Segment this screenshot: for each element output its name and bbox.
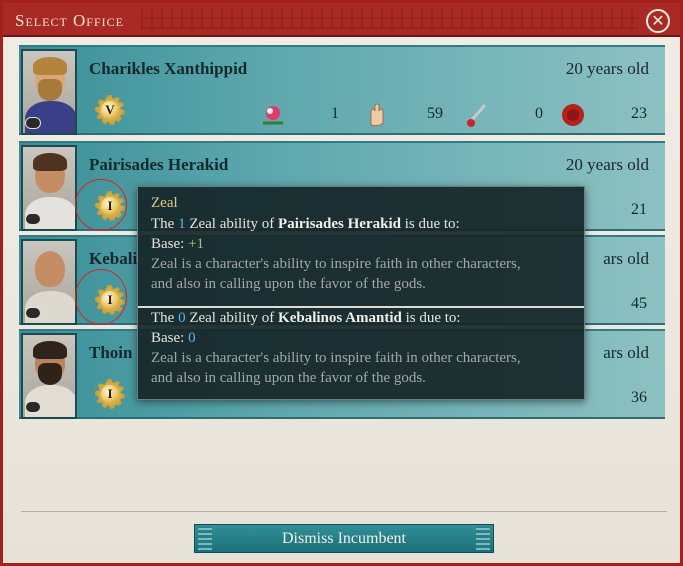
close-icon: ✕ (651, 11, 665, 30)
button-cap-right (476, 527, 490, 550)
title-bar: Select Office ✕ (3, 3, 680, 37)
tooltip-entry-1-desc: Zeal is a character's ability to inspire… (151, 256, 521, 272)
tooltip-entry-1-base: Base: +1 (151, 236, 205, 252)
candidate-age: ars old (603, 343, 649, 362)
tooltip-entry-1-desc: and also in calling upon the favor of th… (151, 276, 426, 292)
hand-icon (370, 103, 384, 127)
trait-badge (25, 401, 41, 413)
select-office-window: Select Office ✕ Charikles Xanthippid 20 … (0, 0, 683, 566)
trait-badge (25, 213, 41, 225)
trait-badge (25, 117, 41, 129)
tooltip-entry-2-desc: and also in calling upon the favor of th… (151, 370, 426, 386)
tooltip-entry-1-header: The 1 Zeal ability of Pairisades Herakid… (151, 216, 460, 232)
highlight-circle (75, 269, 127, 325)
candidate-name: Pairisades Herakid (89, 155, 229, 174)
ability-rank-icon[interactable]: V (91, 91, 129, 129)
candidate-row[interactable]: Charikles Xanthippid 20 years old V 1 59… (19, 45, 665, 135)
seal-icon (562, 104, 584, 126)
stat-charisma[interactable]: 1 (259, 101, 355, 129)
stat-bar: 1 59 0 23 (259, 101, 655, 129)
candidate-age: 20 years old (565, 59, 649, 78)
stat-zeal[interactable]: 23 (559, 101, 655, 129)
avatar (21, 49, 77, 135)
dismiss-incumbent-button[interactable]: Dismiss Incumbent (194, 524, 494, 553)
candidate-name: Kebali (89, 249, 138, 268)
button-cap-left (198, 527, 212, 550)
candidate-age: ars old (603, 249, 649, 268)
sword-icon (467, 104, 487, 127)
stat-martial[interactable]: 0 (463, 101, 559, 129)
ability-rank-icon[interactable]: I (91, 375, 129, 413)
flower-icon (263, 106, 283, 125)
tooltip-entry-2-header: The 0 Zeal ability of Kebalinos Amantid … (151, 310, 461, 326)
window-title: Select Office (15, 11, 124, 30)
candidate-age: 20 years old (565, 155, 649, 174)
meander-decoration (141, 9, 638, 29)
dismiss-label: Dismiss Incumbent (282, 530, 406, 547)
trait-badge (25, 307, 41, 319)
avatar (21, 239, 77, 325)
avatar (21, 145, 77, 231)
candidate-name: Thoin (89, 343, 133, 362)
tooltip-entry-2-desc: Zeal is a character's ability to inspire… (151, 350, 521, 366)
avatar (21, 333, 77, 419)
tooltip-entry-2-base: Base: 0 (151, 330, 196, 346)
close-button[interactable]: ✕ (646, 9, 670, 33)
zeal-tooltip: Zeal The 1 Zeal ability of Pairisades He… (137, 186, 585, 400)
candidate-name: Charikles Xanthippid (89, 59, 248, 78)
stat-finesse[interactable]: 59 (363, 101, 459, 129)
tooltip-separator (138, 306, 584, 308)
divider (21, 511, 667, 512)
tooltip-title: Zeal (151, 195, 178, 211)
highlight-circle (75, 179, 127, 231)
